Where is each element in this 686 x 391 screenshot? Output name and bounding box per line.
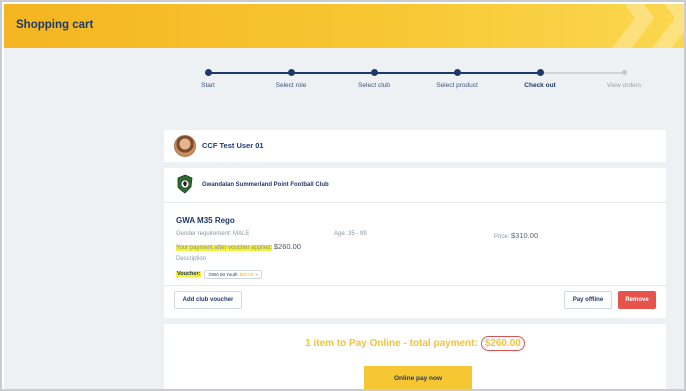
step-dot-select-club	[371, 69, 378, 76]
description-label: Description	[176, 256, 207, 262]
add-club-voucher-button[interactable]: Add club voucher	[174, 291, 242, 309]
payment-summary-card: 1 item to Pay Online - total payment: $2…	[164, 324, 666, 389]
step-label-view-orders: View orders	[606, 82, 642, 89]
voucher-chip: GWA 50 Youth $50.00 ×	[204, 269, 262, 279]
step-label-select-role[interactable]: Select role	[276, 82, 307, 89]
voucher-label: Voucher:	[176, 271, 202, 277]
step-dot-check-out	[537, 69, 544, 76]
price: Price: $310.00	[494, 231, 538, 240]
voucher-value: $50.00	[239, 271, 254, 277]
step-dot-start	[205, 69, 212, 76]
pay-offline-button[interactable]: Pay offline	[564, 291, 612, 309]
age-range: Age: 35 - 99	[334, 231, 367, 237]
step-label-select-club[interactable]: Select club	[358, 82, 390, 89]
gender-requirement: Gender requirement: MALE	[176, 231, 250, 237]
price-label: Price:	[494, 234, 510, 240]
step-label-check-out: Check out	[524, 82, 556, 89]
online-pay-now-button[interactable]: Online pay now	[364, 366, 472, 389]
avatar	[174, 135, 196, 157]
voucher-remove-icon[interactable]: ×	[255, 272, 258, 277]
stepper-remaining-line	[540, 72, 624, 74]
payment-after-voucher-value: $260.00	[273, 242, 301, 251]
user-card: CCF Test User 01	[164, 130, 666, 162]
club-card: Gwandalan Summerland Point Football Club	[164, 168, 666, 202]
payment-total: $260.00	[480, 336, 525, 351]
product-detail-card: GWA M35 Rego Gender requirement: MALE Ag…	[164, 202, 666, 318]
step-label-start[interactable]: Start	[201, 82, 215, 89]
price-value: $310.00	[511, 231, 539, 240]
product-title: GWA M35 Rego	[176, 216, 235, 225]
voucher-code: GWA 50 Youth	[208, 271, 238, 277]
payment-after-voucher-label: Your payment after voucher applied:	[176, 245, 273, 251]
payment-summary-text: 1 item to Pay Online - total payment:	[305, 338, 478, 349]
divider	[164, 285, 666, 286]
checkout-stepper: Start Select role Select club Select pro…	[164, 68, 664, 108]
page-title: Shopping cart	[16, 19, 94, 31]
payment-summary: 1 item to Pay Online - total payment: $2…	[164, 336, 666, 351]
page-header: Shopping cart	[4, 4, 684, 48]
main-content: Start Select role Select club Select pro…	[4, 48, 684, 389]
remove-button[interactable]: Remove	[618, 291, 656, 309]
step-label-select-product[interactable]: Select product	[436, 82, 478, 89]
club-name: Gwandalan Summerland Point Football Club	[202, 182, 329, 188]
step-dot-select-role	[288, 69, 295, 76]
user-name: CCF Test User 01	[202, 141, 264, 150]
step-dot-select-product	[454, 69, 461, 76]
app-frame: Shopping cart Start Select role Select c…	[0, 0, 686, 391]
club-logo-icon	[177, 174, 193, 194]
voucher-row: Voucher: GWA 50 Youth $50.00 ×	[176, 269, 262, 279]
payment-after-voucher: Your payment after voucher applied: $260…	[176, 242, 301, 251]
step-dot-view-orders	[622, 70, 627, 75]
